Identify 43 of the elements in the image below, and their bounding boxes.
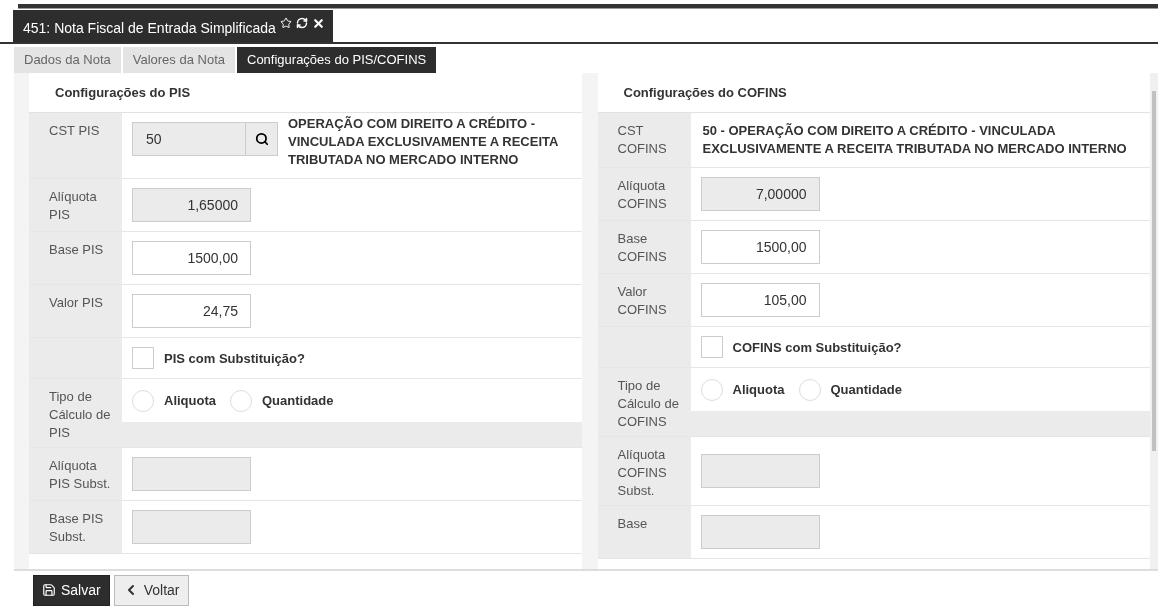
tab[interactable]: Dados da Nota bbox=[14, 47, 121, 73]
input-field[interactable]: 1500,00 bbox=[132, 241, 251, 275]
field-label: Alíquota COFINS Subst. bbox=[597, 437, 691, 505]
field-label: Base PIS Subst. bbox=[29, 501, 122, 553]
radio-button[interactable] bbox=[230, 389, 252, 412]
field-label: Alíquota COFINS bbox=[597, 168, 691, 220]
tab[interactable]: Configurações do PIS/COFINS bbox=[237, 47, 437, 73]
field-label: Base PIS bbox=[29, 232, 122, 284]
checkbox[interactable] bbox=[132, 347, 154, 369]
field-label: CST PIS bbox=[29, 113, 122, 178]
cst-description: OPERAÇÃO COM DIREITO A CRÉDITO - VINCULADA EXCLUSIVAMENTE A RECEITA TRIBUTADA NO MERCADO INTERNO bbox=[288, 115, 559, 169]
field-label: Base COFINS bbox=[597, 221, 691, 273]
checkbox-label: COFINS com Substituição? bbox=[732, 339, 902, 355]
field-label: Alíquota PIS bbox=[29, 179, 122, 231]
input-field[interactable]: 105,00 bbox=[700, 283, 820, 317]
save-button[interactable]: Salvar bbox=[33, 574, 110, 606]
field-label: Valor PIS bbox=[29, 285, 122, 337]
scrollbar[interactable] bbox=[1150, 73, 1158, 569]
field-label: CST COFINS bbox=[597, 113, 691, 167]
refresh-icon[interactable] bbox=[295, 17, 308, 29]
radio-button[interactable] bbox=[132, 389, 154, 412]
window-tab[interactable]: 451: Nota Fiscal de Entrada Simplificada bbox=[13, 10, 333, 42]
back-button[interactable]: Voltar bbox=[113, 574, 189, 606]
field-label: Tipo de Cálculo de COFINS bbox=[597, 368, 691, 436]
checkbox-label: PIS com Substituição? bbox=[164, 350, 305, 366]
star-icon[interactable] bbox=[279, 17, 292, 29]
field-label: Tipo de Cálculo de PIS bbox=[29, 379, 122, 447]
input-field[interactable]: 1500,00 bbox=[700, 230, 820, 264]
radio-label: Aliquota bbox=[732, 382, 785, 397]
radio-label: Quantidade bbox=[262, 393, 334, 408]
input-field[interactable]: 24,75 bbox=[132, 294, 251, 328]
radio-button[interactable] bbox=[700, 378, 723, 401]
checkbox[interactable] bbox=[700, 336, 723, 358]
radio-button[interactable] bbox=[798, 378, 821, 401]
search-icon bbox=[254, 132, 269, 146]
tab[interactable]: Valores da Nota bbox=[122, 47, 235, 73]
radio-label: Aliquota bbox=[164, 393, 216, 408]
radio-label: Quantidade bbox=[830, 382, 902, 397]
field-label: Alíquota PIS Subst. bbox=[29, 448, 122, 500]
cst-description: 50 - OPERAÇÃO COM DIREITO A CRÉDITO - VINCULADA EXCLUSIVAMENTE A RECEITA TRIBUTADA NO MERCADO INTERNO bbox=[701, 122, 1128, 158]
field-label: Valor COFINS bbox=[597, 274, 691, 326]
close-icon[interactable] bbox=[311, 17, 325, 30]
field-label: Base bbox=[597, 506, 691, 558]
